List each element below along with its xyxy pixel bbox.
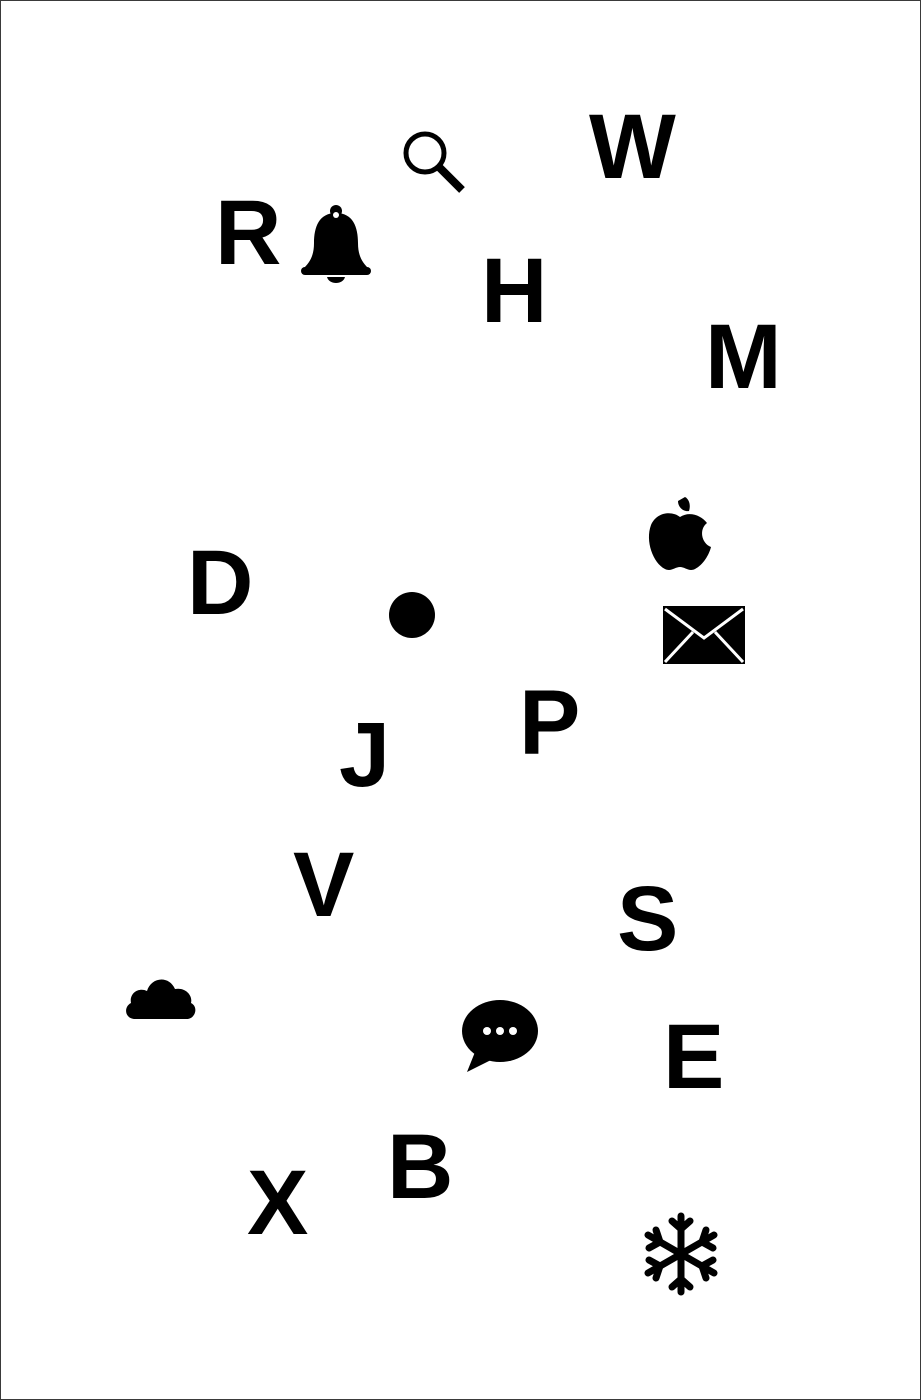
snowflake-icon[interactable] — [641, 1211, 721, 1297]
letter-h[interactable]: H — [481, 245, 547, 337]
letter-p[interactable]: P — [519, 677, 580, 769]
letter-b[interactable]: B — [387, 1121, 453, 1213]
letter-d[interactable]: D — [187, 537, 253, 629]
letter-m[interactable]: M — [705, 311, 782, 403]
search-icon[interactable] — [398, 126, 468, 196]
letter-w[interactable]: W — [589, 101, 676, 193]
letter-r[interactable]: R — [215, 187, 281, 279]
chat-bubble-icon[interactable] — [459, 998, 541, 1074]
letter-x[interactable]: X — [247, 1157, 308, 1249]
letter-v[interactable]: V — [293, 839, 354, 931]
mail-icon[interactable] — [661, 604, 747, 666]
dot-icon[interactable] — [388, 591, 436, 639]
letter-j[interactable]: J — [339, 709, 390, 801]
apple-icon[interactable] — [645, 493, 715, 573]
game-board: R W H M D P J V S E B X — [0, 0, 921, 1400]
bell-icon[interactable] — [299, 203, 373, 287]
letter-s[interactable]: S — [617, 873, 678, 965]
letter-e[interactable]: E — [663, 1011, 724, 1103]
cloud-icon[interactable] — [123, 971, 197, 1021]
